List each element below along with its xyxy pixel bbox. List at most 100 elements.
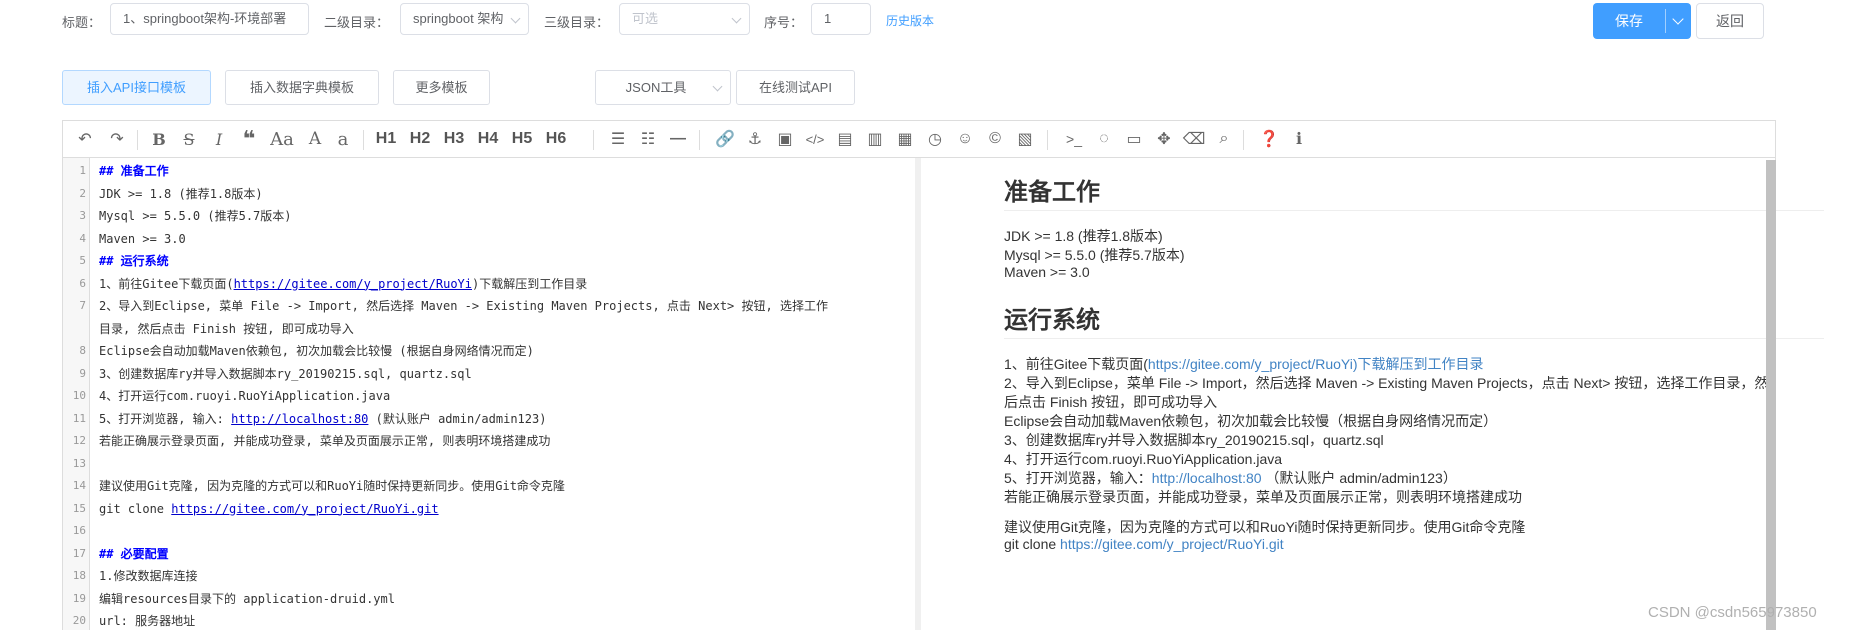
code-line: 20 url: 服务器地址 xyxy=(72,614,196,628)
code-line: 6 1、前往Gitee下载页面(https://gitee.com/y_proje… xyxy=(79,276,588,291)
unordered-list-icon[interactable]: ☰ xyxy=(604,127,632,151)
h1-button[interactable]: H1 xyxy=(370,127,402,151)
level3-placeholder: 可选 xyxy=(632,11,659,26)
code-line: 9 3、创建数据库ry并导入数据脚本ry_20190215.sql, quartz… xyxy=(79,366,472,381)
code-line: 1 ## 准备工作 xyxy=(79,164,169,178)
preview-text: 若能正确展示登录页面，并能成功登录，菜单及页面展示正常，则表明环境搭建成功 xyxy=(1004,489,1522,505)
datetime-icon[interactable]: ◷ xyxy=(921,127,949,151)
back-button[interactable]: 返回 xyxy=(1696,3,1764,39)
level2-label: 二级目录： xyxy=(324,15,390,30)
title-input[interactable]: 1、springboot架构-环境部署 xyxy=(110,3,309,35)
gitee-link[interactable]: https://gitee.com/y_project/RuoYi)下载解压到工… xyxy=(1148,356,1484,372)
h2-button[interactable]: H2 xyxy=(404,127,436,151)
undo-icon[interactable]: ↶ xyxy=(71,127,99,151)
save-dropdown-chevron-icon[interactable] xyxy=(1666,3,1691,39)
markdown-source-pane[interactable]: 1 ## 准备工作 2 JDK >= 1.8 (推荐1.8版本) 3 Mysql >=… xyxy=(63,158,915,630)
preview-text: 建议使用Git克隆，因为克隆的方式可以和RuoYi随时保持更新同步。使用Git命… xyxy=(1004,519,1526,535)
code-icon[interactable]: </> xyxy=(801,127,829,151)
toolbar-divider xyxy=(363,130,364,150)
insert-dict-template-button[interactable]: 插入数据字典模板 xyxy=(225,70,379,105)
toolbar-divider xyxy=(1243,130,1244,150)
editor-toolbar: ↶ ↷ B S I ❝ Aa A a H1 H2 H3 H4 H5 H6 ☰ ☷… xyxy=(63,121,1775,158)
heading-rule xyxy=(1004,210,1824,211)
uppercase-icon[interactable]: Aa xyxy=(265,127,299,151)
toolbar-divider xyxy=(137,130,138,150)
quote-icon[interactable]: ❝ xyxy=(235,126,263,151)
help-icon[interactable]: ❓ xyxy=(1255,127,1283,151)
h6-button[interactable]: H6 xyxy=(540,127,572,151)
save-button[interactable]: 保存 xyxy=(1593,3,1665,39)
code-line: 15 git clone https://gitee.com/y_project/… xyxy=(72,501,439,516)
code-line: 2 JDK >= 1.8 (推荐1.8版本) xyxy=(79,186,263,201)
pagebreak-icon[interactable]: ▧ xyxy=(1011,127,1039,151)
preview-text: Mysql >= 5.5.0 (推荐5.7版本) xyxy=(1004,247,1185,263)
copyright-icon[interactable]: © xyxy=(981,127,1009,151)
ordered-list-icon[interactable]: ☷ xyxy=(634,127,662,151)
font-a-small-icon[interactable]: a xyxy=(329,127,357,151)
h3-button[interactable]: H3 xyxy=(438,127,470,151)
anchor-icon[interactable]: ⚓ xyxy=(741,127,769,151)
preview-text: Eclipse会自动加载Maven依赖包，初次加载会比较慢（根据自身网络情况而定… xyxy=(1004,413,1498,429)
doc-form-row: 标题： 1、springboot架构-环境部署 二级目录： springboot… xyxy=(0,0,1872,44)
toolbar-divider xyxy=(699,130,700,150)
strikethrough-icon[interactable]: S xyxy=(175,127,203,151)
redo-icon[interactable]: ↷ xyxy=(103,127,131,151)
code-line: 3 Mysql >= 5.5.0 (推荐5.7版本) xyxy=(79,209,292,223)
h5-button[interactable]: H5 xyxy=(506,127,538,151)
code-file-icon[interactable]: ▥ xyxy=(861,127,889,151)
preview-scrollbar[interactable] xyxy=(1766,160,1776,630)
markdown-preview-pane: 准备工作 JDK >= 1.8 (推荐1.8版本) Mysql >= 5.5.0… xyxy=(978,158,1837,630)
level3-select[interactable]: 可选 xyxy=(619,3,750,35)
localhost-link[interactable]: http://localhost:80 xyxy=(231,412,368,426)
history-version-link[interactable]: 历史版本 xyxy=(886,12,934,29)
desktop-icon[interactable]: ▭ xyxy=(1120,127,1148,151)
gitee-link[interactable]: https://gitee.com/y_project/RuoYi xyxy=(234,277,472,291)
hr-icon[interactable]: — xyxy=(664,127,692,151)
bold-icon[interactable]: B xyxy=(145,127,173,151)
info-icon[interactable]: ℹ xyxy=(1285,127,1313,151)
eraser-icon[interactable]: ⌫ xyxy=(1180,127,1208,151)
code-line: 19 编辑resources目录下的 application-druid.yml xyxy=(72,591,395,606)
font-a-icon[interactable]: A xyxy=(301,127,329,151)
markdown-editor: ↶ ↷ B S I ❝ Aa A a H1 H2 H3 H4 H5 H6 ☰ ☷… xyxy=(62,120,1824,630)
table-icon[interactable]: ▦ xyxy=(891,127,919,151)
search-icon[interactable]: ⌕ xyxy=(1210,127,1238,151)
online-test-api-button[interactable]: 在线测试API xyxy=(736,70,855,105)
preview-text: 5、打开浏览器，输入：http://localhost:80 （默认账户 adm… xyxy=(1004,470,1457,486)
insert-api-template-button[interactable]: 插入API接口模板 xyxy=(62,70,211,105)
code-line: 10 4、打开运行com.ruoyi.RuoYiApplication.java xyxy=(72,389,391,403)
code-line: 18 1.修改数据库连接 xyxy=(72,569,198,583)
git-clone-link[interactable]: https://gitee.com/y_project/RuoYi.git xyxy=(1060,536,1284,552)
chevron-down-icon xyxy=(510,13,521,24)
pane-divider[interactable] xyxy=(915,158,921,630)
json-tool-dropdown[interactable]: JSON工具 xyxy=(595,70,731,105)
terminal-icon[interactable]: >_ xyxy=(1060,127,1088,151)
fullscreen-icon[interactable]: ✥ xyxy=(1150,127,1178,151)
toolbar-divider xyxy=(1047,130,1048,150)
code-line: 4 Maven >= 3.0 xyxy=(79,231,186,246)
level2-value: springboot 架构 xyxy=(413,11,504,26)
link-icon[interactable]: 🔗 xyxy=(711,127,739,151)
level2-select[interactable]: springboot 架构 xyxy=(400,3,529,35)
order-input[interactable]: 1 xyxy=(811,3,871,35)
level3-label: 三级目录： xyxy=(544,15,610,30)
code-line: 13 xyxy=(72,456,86,470)
title-label: 标题： xyxy=(62,15,102,30)
h4-button[interactable]: H4 xyxy=(472,127,504,151)
preview-toggle-icon[interactable]: ◌ xyxy=(1090,127,1118,151)
italic-icon[interactable]: I xyxy=(205,127,233,151)
save-button-group: 保存 xyxy=(1593,3,1691,39)
code-block-icon[interactable]: ▤ xyxy=(831,127,859,151)
git-clone-link[interactable]: https://gitee.com/y_project/RuoYi.git xyxy=(171,502,438,516)
preview-text: Maven >= 3.0 xyxy=(1004,264,1090,280)
preview-heading: 准备工作 xyxy=(1004,178,1100,206)
preview-text: 2、导入到Eclipse，菜单 File -> Import，然后选择 Mave… xyxy=(1004,375,1769,391)
localhost-link[interactable]: http://localhost:80 xyxy=(1152,470,1262,486)
more-templates-button[interactable]: 更多模板 xyxy=(393,70,490,105)
heading-rule xyxy=(1004,338,1824,339)
code-line: 目录, 然后点击 Finish 按钮, 即可成功导入 xyxy=(99,321,354,336)
watermark: CSDN @csdn565973850 xyxy=(1648,604,1817,621)
preview-text: 3、创建数据库ry并导入数据脚本ry_20190215.sql，quartz.s… xyxy=(1004,432,1384,448)
image-icon[interactable]: ▣ xyxy=(771,127,799,151)
emoji-icon[interactable]: ☺ xyxy=(951,127,979,151)
